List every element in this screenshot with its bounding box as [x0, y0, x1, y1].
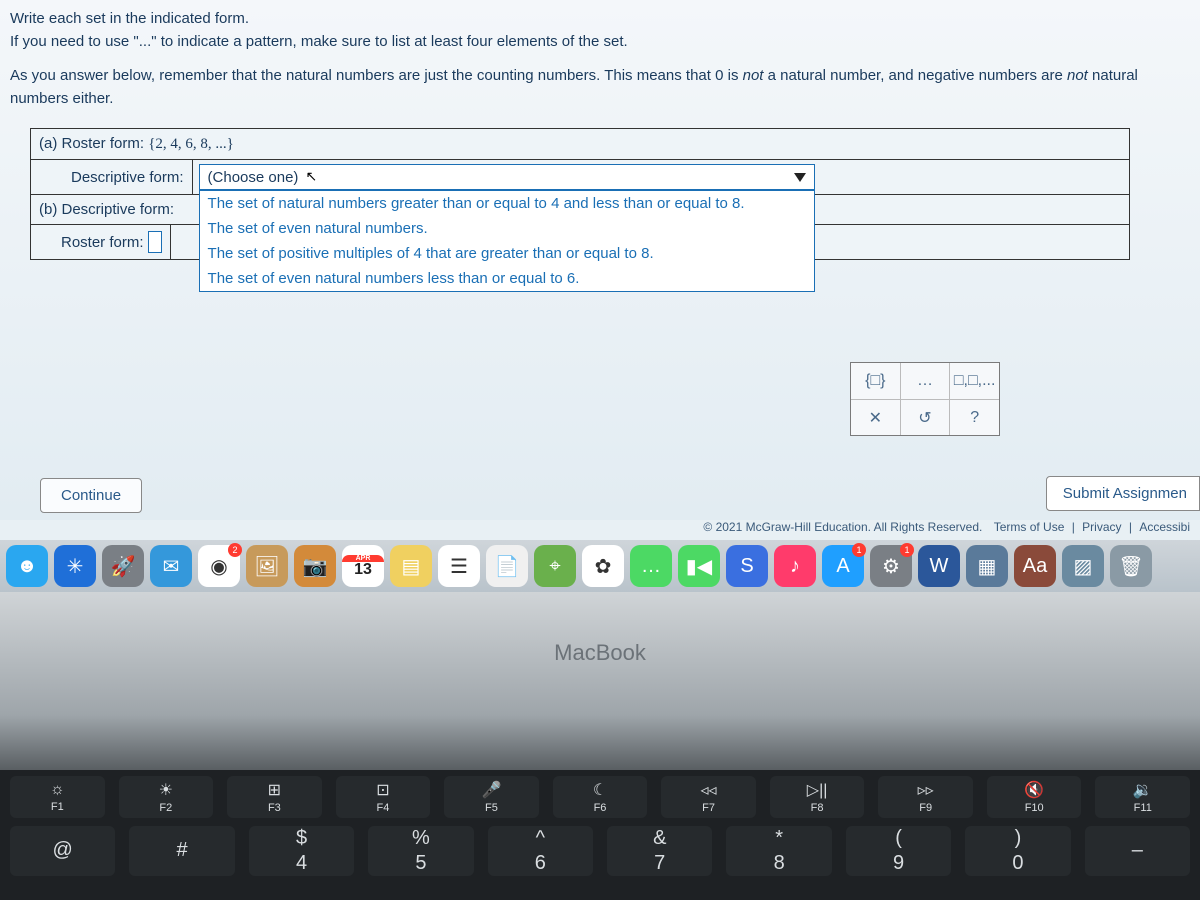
- accessibility-link[interactable]: Accessibi: [1139, 520, 1190, 534]
- instruction-line-2: If you need to use "..." to indicate a p…: [10, 31, 1190, 54]
- dropdown-option[interactable]: The set of even natural numbers.: [200, 216, 814, 241]
- dock-word-icon[interactable]: W: [918, 545, 960, 587]
- instruction-line-1: Write each set in the indicated form.: [10, 8, 1190, 31]
- key-num: $4: [249, 826, 354, 876]
- dock-photobooth-icon[interactable]: 📷: [294, 545, 336, 587]
- key-num: ^6: [488, 826, 593, 876]
- dock-pages-icon[interactable]: 📄: [486, 545, 528, 587]
- descriptive-form-dropdown[interactable]: (Choose one) ↖ The set of natural number…: [199, 164, 815, 190]
- dock-launchpad-icon[interactable]: 🚀: [102, 545, 144, 587]
- dropdown-option[interactable]: The set of even natural numbers less tha…: [200, 266, 814, 291]
- macbook-label: MacBook: [0, 592, 1200, 666]
- dropdown-option[interactable]: The set of natural numbers greater than …: [200, 191, 814, 216]
- dropdown-options: The set of natural numbers greater than …: [199, 190, 815, 292]
- key-f2: ☀F2: [119, 776, 214, 818]
- terms-link[interactable]: Terms of Use: [994, 520, 1065, 534]
- dock-mail-icon[interactable]: ✉: [150, 545, 192, 587]
- copyright-text: © 2021 McGraw-Hill Education. All Rights…: [703, 520, 982, 534]
- keyboard: ☼F1☀F2⊞F3⊡F4🎤F5☾F6◃◃F7▷||F8▹▹F9🔇F10🔉F11 …: [0, 770, 1200, 900]
- dock-dictionary-icon[interactable]: Aa: [1014, 545, 1056, 587]
- tool-palette: {□} … □,□,... ✕ ↺ ?: [850, 362, 1000, 436]
- dock-notes-icon[interactable]: ▤: [390, 545, 432, 587]
- roster-form-label-b: Roster form:: [31, 225, 171, 259]
- palette-ellipsis[interactable]: …: [900, 363, 950, 399]
- instructions: Write each set in the indicated form. If…: [10, 8, 1190, 53]
- dock-trash-icon[interactable]: 🗑: [1110, 545, 1152, 587]
- key-num: )0: [965, 826, 1070, 876]
- problem-box: (a) Roster form: {2, 4, 6, 8, ...} Descr…: [30, 128, 1130, 260]
- part-a-label: (a) Roster form: {2, 4, 6, 8, ...}: [31, 129, 242, 159]
- laptop-body: MacBook ☼F1 ☀F2 ⊞F3 ⊡F4 🎤F5 ☾F6 ◃◃F7 ▷||F8 ▹▹F9 🔇…: [0, 592, 1200, 900]
- dropdown-option[interactable]: The set of positive multiples of 4 that …: [200, 241, 814, 266]
- part-b-label: (b) Descriptive form:: [31, 195, 182, 224]
- descriptive-form-label-a: Descriptive form:: [31, 160, 193, 194]
- key-f8: ▷||F8: [770, 776, 865, 818]
- dock-facetime-icon[interactable]: ▮◀: [678, 545, 720, 587]
- dock-appstore-icon[interactable]: A1: [822, 545, 864, 587]
- privacy-link[interactable]: Privacy: [1082, 520, 1121, 534]
- dock-shortcuts-icon[interactable]: S: [726, 545, 768, 587]
- dock-maps-icon[interactable]: ⌖: [534, 545, 576, 587]
- palette-set-braces[interactable]: {□}: [851, 363, 900, 399]
- palette-help-icon[interactable]: ?: [949, 400, 999, 435]
- key-f11: 🔉F11: [1095, 776, 1190, 818]
- chevron-down-icon: [794, 173, 806, 182]
- badge: 1: [852, 543, 866, 557]
- dock-messages-icon[interactable]: …: [630, 545, 672, 587]
- key-num: %5: [368, 826, 473, 876]
- dropdown-placeholder: (Choose one): [208, 169, 299, 186]
- dock-finder-icon[interactable]: ☻: [6, 545, 48, 587]
- dock-wallpaper-icon[interactable]: ▦: [966, 545, 1008, 587]
- dock-safari-icon[interactable]: ✳: [54, 545, 96, 587]
- key-f4: ⊡F4: [336, 776, 431, 818]
- dock-chrome-icon[interactable]: ◉2: [198, 545, 240, 587]
- footer: © 2021 McGraw-Hill Education. All Rights…: [693, 516, 1200, 538]
- badge: 1: [900, 543, 914, 557]
- continue-button[interactable]: Continue: [40, 478, 142, 513]
- key-num: @: [10, 826, 115, 876]
- dock-landscape-icon[interactable]: ▨: [1062, 545, 1104, 587]
- macos-dock: ☻✳🚀✉◉2🖼📷APR13▤☰📄⌖✿…▮◀S♪A1⚙1W▦Aa▨🗑: [0, 540, 1200, 592]
- dock-preview-icon[interactable]: 🖼: [246, 545, 288, 587]
- natural-number-note: As you answer below, remember that the n…: [10, 65, 1190, 110]
- dock-calendar-icon[interactable]: APR13: [342, 545, 384, 587]
- key-f1: ☼F1: [10, 776, 105, 818]
- palette-list-ellipsis[interactable]: □,□,...: [949, 363, 999, 399]
- roster-form-input[interactable]: [148, 231, 162, 253]
- key-f9: ▹▹F9: [878, 776, 973, 818]
- cursor-icon: ↖: [306, 168, 318, 185]
- dock-settings-icon[interactable]: ⚙1: [870, 545, 912, 587]
- key-num: –: [1085, 826, 1190, 876]
- key-f6: ☾F6: [553, 776, 648, 818]
- key-f3: ⊞F3: [227, 776, 322, 818]
- key-f10: 🔇F10: [987, 776, 1082, 818]
- palette-clear-icon[interactable]: ✕: [851, 400, 900, 435]
- key-num: (9: [846, 826, 951, 876]
- badge: 2: [228, 543, 242, 557]
- dock-music-icon[interactable]: ♪: [774, 545, 816, 587]
- key-f7: ◃◃F7: [661, 776, 756, 818]
- key-num: #: [129, 826, 234, 876]
- submit-assignment-button[interactable]: Submit Assignmen: [1046, 476, 1200, 511]
- key-num: &7: [607, 826, 712, 876]
- dock-photos-icon[interactable]: ✿: [582, 545, 624, 587]
- key-num: *8: [726, 826, 831, 876]
- dock-reminders-icon[interactable]: ☰: [438, 545, 480, 587]
- palette-reset-icon[interactable]: ↺: [900, 400, 950, 435]
- key-f5: 🎤F5: [444, 776, 539, 818]
